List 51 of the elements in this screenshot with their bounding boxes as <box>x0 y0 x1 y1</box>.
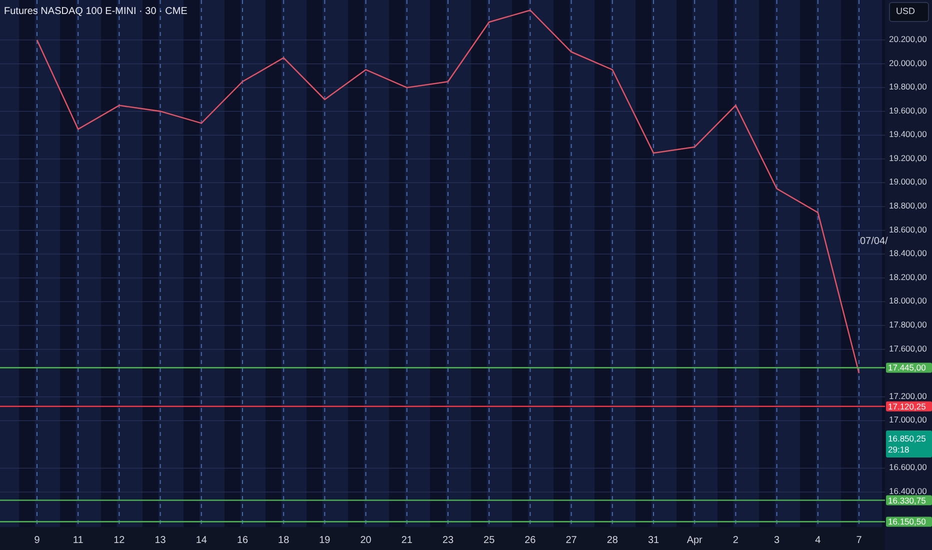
y-axis-label: 19.600,00 <box>889 105 927 116</box>
price-tag: 16.150,50 <box>886 516 932 527</box>
y-axis-label: 18.000,00 <box>889 296 927 306</box>
x-axis-label: 20 <box>360 535 372 546</box>
x-axis-label: 9 <box>34 535 40 546</box>
x-axis-label: 4 <box>815 535 821 546</box>
y-axis-label: 16.600,00 <box>889 462 927 472</box>
x-axis-label: 26 <box>524 535 536 546</box>
y-axis-label: 18.600,00 <box>889 224 927 234</box>
x-axis-label: 23 <box>442 535 454 546</box>
y-axis-label: 18.800,00 <box>889 200 927 211</box>
x-axis-label: 11 <box>72 535 84 546</box>
y-axis-label: 18.200,00 <box>889 272 927 282</box>
price-tag: 16.330,75 <box>886 495 932 506</box>
y-axis-label: 17.200,00 <box>889 390 927 401</box>
y-axis-label: 19.000,00 <box>889 176 927 187</box>
x-axis-label: Apr <box>686 535 702 546</box>
y-axis-label: 17.600,00 <box>889 343 927 354</box>
ref-line-label: 16.150,50 <box>888 516 926 527</box>
x-axis-label: 31 <box>648 535 660 546</box>
x-axis-label: 14 <box>196 535 207 546</box>
date-label: 07/04/ <box>860 236 888 247</box>
x-axis-label: 16 <box>236 535 248 546</box>
x-axis-label: 28 <box>606 535 618 546</box>
x-axis-label: 3 <box>774 535 780 546</box>
price-tag: 17.120,25 <box>886 401 932 412</box>
x-axis-label: 12 <box>114 535 125 546</box>
y-axis-label: 16.400,00 <box>889 486 927 496</box>
y-axis-label: 19.200,00 <box>889 152 927 163</box>
x-axis-label: 19 <box>319 535 330 546</box>
x-axis-label: 25 <box>484 535 495 546</box>
x-axis-label: 2 <box>732 535 738 546</box>
y-axis-label: 20.000,00 <box>889 58 927 68</box>
y-axis-label: 17.800,00 <box>889 319 927 330</box>
x-axis-label: 21 <box>401 535 412 546</box>
x-axis-label: 13 <box>154 535 166 546</box>
chart-title: Futures NASDAQ 100 E-MINI · 30 · CME <box>4 5 188 19</box>
price-tag: 16.850,25 29:18 <box>886 430 932 458</box>
x-axis-label: 18 <box>278 535 290 546</box>
y-axis-label: 18.400,00 <box>889 248 927 258</box>
currency-button[interactable]: USD <box>889 2 929 22</box>
y-axis-label: 17.000,00 <box>889 414 927 425</box>
ref-line-label: 17.120,25 <box>888 401 926 412</box>
x-axis-label: 27 <box>566 535 577 546</box>
ref-line-label: 17.445,00 <box>888 362 926 373</box>
ref-line-label: 16.330,75 <box>888 495 926 506</box>
x-axis-label: 7 <box>856 535 862 546</box>
y-axis-label: 19.400,00 <box>889 129 927 140</box>
y-axis-label: 20.200,00 <box>889 34 927 44</box>
y-axis-label: 19.800,00 <box>889 82 927 92</box>
price-tag: 17.445,00 <box>886 362 932 373</box>
